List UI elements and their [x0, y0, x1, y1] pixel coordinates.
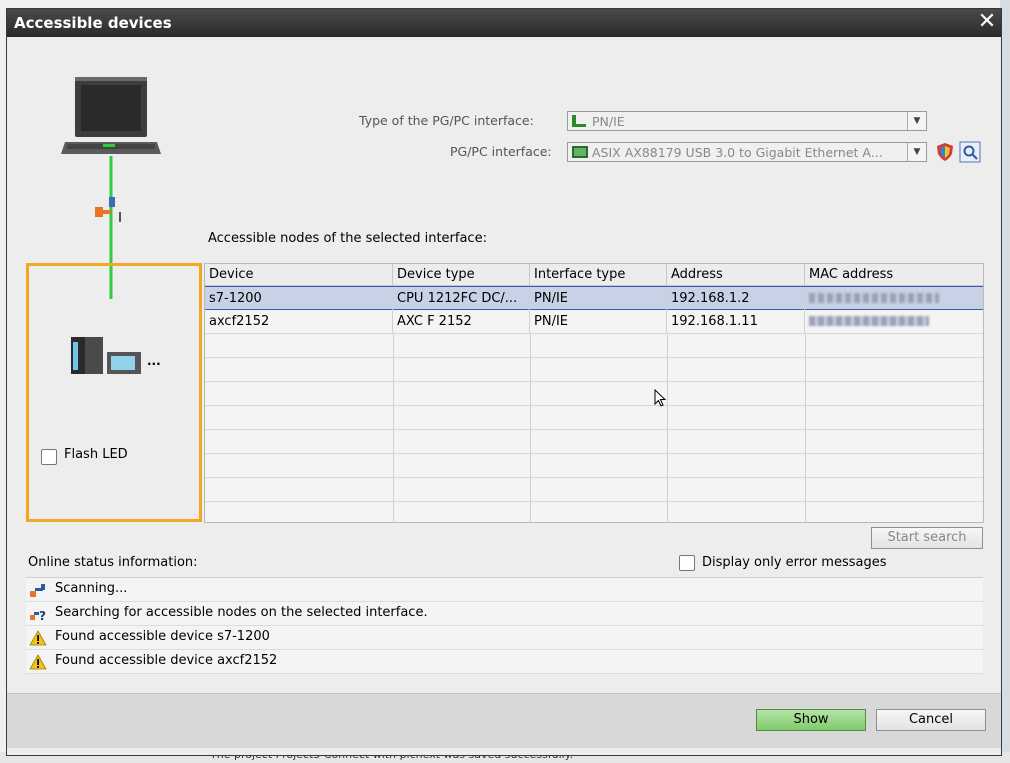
column-header-interface-type[interactable]: Interface type: [530, 264, 667, 286]
accessible-devices-dialog: Accessible devices ✕ ... Flash LED Type …: [6, 8, 1002, 756]
column-divider: [667, 334, 668, 522]
chevron-down-icon[interactable]: ▼: [907, 112, 926, 130]
column-divider: [805, 334, 806, 522]
display-only-errors-checkbox[interactable]: [679, 555, 695, 571]
show-button[interactable]: Show: [756, 709, 866, 731]
flash-led-checkbox[interactable]: [41, 449, 57, 465]
pgpc-interface-value: ASIX AX88179 USB 3.0 to Gigabit Ethernet…: [592, 145, 883, 160]
interface-type-value: PN/IE: [592, 114, 625, 129]
network-adapter-icon: [572, 146, 588, 158]
interface-type-label: Type of the PG/PC interface:: [359, 113, 534, 128]
cell-mac-address-redacted: [805, 287, 983, 310]
status-message: Scanning...: [55, 581, 128, 596]
cell-address: 192.168.1.11: [667, 310, 805, 333]
table-row-empty: [205, 406, 983, 430]
shield-icon[interactable]: [935, 142, 955, 162]
cell-device-type: AXC F 2152: [393, 310, 530, 333]
column-header-device-type[interactable]: Device type: [393, 264, 530, 286]
network-search-icon: ?: [30, 609, 46, 622]
cell-interface-type: PN/IE: [530, 287, 667, 310]
table-row-empty: [205, 454, 983, 478]
network-pnie-icon: [572, 115, 586, 127]
table-row[interactable]: s7-1200 CPU 1212FC DC/... PN/IE 192.168.…: [205, 286, 983, 310]
dialog-title-bar: Accessible devices ✕: [7, 9, 1001, 37]
column-header-address[interactable]: Address: [667, 264, 805, 286]
table-row[interactable]: axcf2152 AXC F 2152 PN/IE 192.168.1.11: [205, 310, 983, 334]
dialog-title: Accessible devices: [14, 14, 172, 32]
close-icon[interactable]: ✕: [975, 10, 999, 34]
table-row-empty: [205, 382, 983, 406]
nodes-caption: Accessible nodes of the selected interfa…: [208, 231, 487, 246]
warning-icon: [29, 654, 47, 670]
status-message: Found accessible device axcf2152: [55, 653, 278, 668]
mouse-cursor-icon: [654, 389, 667, 407]
chevron-down-icon[interactable]: ▼: [907, 143, 926, 161]
table-row-empty: [205, 502, 983, 526]
network-switch-icon: [95, 197, 121, 222]
svg-text:?: ?: [39, 609, 46, 622]
dialog-footer: Show Cancel: [7, 693, 1001, 748]
status-message: Found accessible device s7-1200: [55, 629, 270, 644]
table-row-empty: [205, 478, 983, 502]
cell-address: 192.168.1.2: [667, 287, 805, 310]
online-status-list: Scanning... ? Searching for accessible n…: [26, 577, 983, 674]
column-divider: [393, 334, 394, 522]
selected-device-frame: [26, 263, 202, 522]
list-item: ? Searching for accessible nodes on the …: [26, 602, 983, 626]
network-scan-icon: [30, 584, 45, 597]
table-row-empty: [205, 334, 983, 358]
cancel-button[interactable]: Cancel: [876, 709, 986, 731]
cell-device-type: CPU 1212FC DC/...: [393, 287, 530, 310]
pgpc-interface-label: PG/PC interface:: [450, 144, 552, 159]
warning-icon: [29, 630, 47, 646]
column-header-device[interactable]: Device: [205, 264, 393, 286]
column-header-mac-address[interactable]: MAC address: [805, 264, 983, 286]
laptop-icon: [61, 77, 161, 154]
interface-type-select[interactable]: PN/IE ▼: [567, 111, 927, 131]
interface-properties-icon[interactable]: [959, 141, 981, 163]
start-search-button[interactable]: Start search: [871, 527, 983, 549]
accessible-nodes-table: Device Device type Interface type Addres…: [204, 263, 984, 523]
cell-device: axcf2152: [205, 310, 393, 333]
online-status-label: Online status information:: [28, 555, 198, 570]
column-divider: [530, 334, 531, 522]
list-item: Scanning...: [26, 578, 983, 602]
pgpc-interface-select[interactable]: ASIX AX88179 USB 3.0 to Gigabit Ethernet…: [567, 142, 927, 162]
cell-mac-address-redacted: [805, 310, 983, 333]
cell-interface-type: PN/IE: [530, 310, 667, 333]
list-item: Found accessible device axcf2152: [26, 650, 983, 674]
table-row-empty: [205, 430, 983, 454]
list-item: Found accessible device s7-1200: [26, 626, 983, 650]
flash-led-label: Flash LED: [64, 447, 128, 462]
display-only-errors-label: Display only error messages: [702, 555, 887, 570]
table-row-empty: [205, 358, 983, 382]
cell-device: s7-1200: [205, 287, 393, 310]
status-message: Searching for accessible nodes on the se…: [55, 605, 428, 620]
